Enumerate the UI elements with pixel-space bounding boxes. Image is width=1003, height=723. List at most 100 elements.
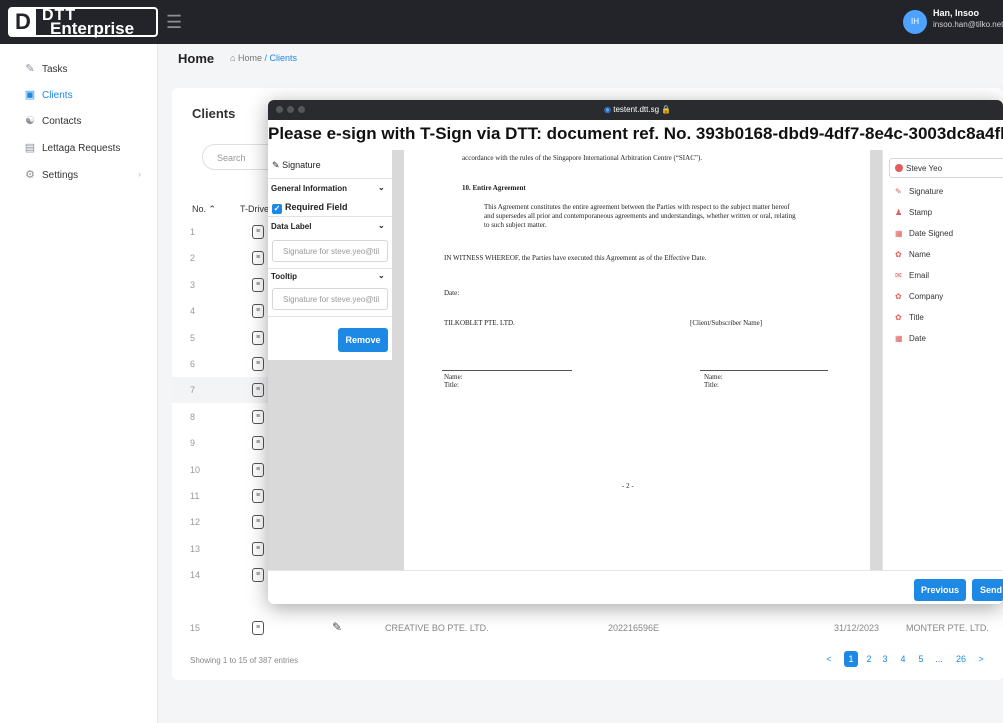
sidebar-item-tasks[interactable]: ✎ Tasks — [0, 58, 158, 82]
row-number: 6 — [190, 359, 196, 369]
requests-icon: ▤ — [24, 142, 36, 154]
document-icon[interactable]: ≡ — [252, 515, 264, 530]
hamburger-menu-icon[interactable]: ☰ — [166, 12, 182, 33]
tooltip-input[interactable]: Signature for steve.yeo@til — [272, 288, 388, 310]
table-row[interactable]: 15 ≡ ✎ CREATIVE BO PTE. LTD. 202216596E … — [172, 615, 1003, 641]
edit-icon[interactable]: ✎ — [332, 621, 342, 633]
column-header-no[interactable]: No. ⌃ — [192, 204, 216, 215]
owner: MONTER PTE. LTD. — [906, 623, 989, 633]
doc-text: Name: — [704, 373, 723, 381]
user-email: insoo.han@tilko.net — [933, 20, 1003, 29]
window-minimize-dot[interactable] — [287, 106, 294, 113]
sidebar-item-clients[interactable]: ▣ Clients — [0, 84, 158, 108]
breadcrumb: Home ⌂ Home / Clients — [178, 51, 297, 66]
top-bar: D DTT Enterprise ☰ IH Han, Insoo insoo.h… — [0, 0, 1003, 44]
document-icon[interactable]: ≡ — [252, 541, 264, 556]
sidebar-item-label: Clients — [42, 90, 73, 101]
page-2-button[interactable]: 2 — [862, 651, 876, 667]
document-icon[interactable]: ≡ — [252, 277, 264, 292]
row-number: 9 — [190, 438, 196, 449]
required-field-checkbox[interactable]: ✓ Required Field — [272, 202, 348, 214]
esign-modal: ◉ testent.dtt.sg 🔒 Please e-sign with T-… — [268, 100, 1003, 604]
user-menu[interactable]: IH Han, Insoo insoo.han@tilko.net — [903, 8, 1003, 36]
row-number: 1 — [190, 227, 196, 237]
prev-page-button[interactable]: < — [822, 651, 836, 667]
page-5-button[interactable]: 5 — [914, 651, 928, 667]
uen: 202216596E — [608, 623, 660, 633]
next-page-button[interactable]: > — [974, 651, 988, 667]
sidebar-item-contacts[interactable]: ☯ Contacts — [0, 110, 158, 134]
field-stamp[interactable]: ♟ Stamp — [895, 208, 932, 217]
divider — [268, 216, 392, 217]
page-4-button[interactable]: 4 — [896, 651, 910, 667]
page-3-button[interactable]: 3 — [878, 651, 892, 667]
field-name[interactable]: ✿ Name — [895, 250, 930, 259]
page-ellipsis: ... — [935, 654, 943, 664]
send-button[interactable]: Send — [972, 579, 1003, 601]
field-email[interactable]: ✉ Email — [895, 271, 929, 280]
previous-button[interactable]: Previous — [914, 579, 966, 601]
fields-panel: Steve Yeo ✎ Signature ♟ Stamp ▦ Date Signed… — [882, 150, 1003, 604]
document-icon[interactable]: ≡ — [252, 304, 264, 319]
doc-text: and supersedes all prior and contemporan… — [484, 212, 796, 220]
document-icon[interactable]: ≡ — [252, 462, 264, 477]
app-logo[interactable]: D DTT Enterprise — [8, 7, 158, 38]
remove-button[interactable]: Remove — [338, 328, 388, 352]
contacts-icon: ☯ — [25, 115, 35, 127]
window-maximize-dot[interactable] — [298, 106, 305, 113]
document-icon[interactable]: ≡ — [252, 621, 264, 635]
page-26-button[interactable]: 26 — [952, 651, 970, 667]
sidebar: ✎ Tasks ▣ Clients ☯ Contacts ▤ Lettaga R… — [0, 44, 158, 723]
card-title: Clients — [192, 106, 236, 121]
doc-text: Date: — [444, 289, 460, 297]
logo-enterprise-text: Enterprise — [50, 19, 135, 38]
text-icon: ✿ — [895, 292, 902, 301]
document-icon[interactable]: ≡ — [252, 436, 264, 451]
field-company[interactable]: ✿ Company — [895, 292, 943, 301]
modal-heading: Please e-sign with T-Sign via DTT: docum… — [268, 120, 1003, 150]
sidebar-item-settings[interactable]: ⚙ Settings › — [0, 164, 158, 188]
avatar: IH — [903, 10, 927, 34]
company-name: CREATIVE BO PTE. LTD. — [385, 623, 489, 633]
modal-footer: Previous Send — [268, 570, 1003, 604]
document-icon[interactable]: ≡ — [252, 251, 264, 266]
data-label-input[interactable]: Signature for steve.yeo@til — [272, 240, 388, 262]
row-number: 4 — [190, 306, 196, 317]
document-icon[interactable]: ≡ — [252, 330, 264, 345]
sidebar-item-lettaga-requests[interactable]: ▤ Lettaga Requests — [0, 137, 158, 161]
gear-icon: ⚙ — [25, 169, 35, 181]
field-properties-panel: ✎ Signature General Information ⌄ ✓ Requi… — [268, 150, 392, 604]
document-icon[interactable]: ≡ — [252, 489, 264, 503]
chevron-down-icon: ⌄ — [378, 183, 385, 192]
field-signature[interactable]: ✎ Signature — [895, 187, 943, 196]
document-icon[interactable]: ≡ — [252, 409, 264, 424]
document-page: accordance with the rules of the Singapo… — [404, 150, 870, 570]
signature-line[interactable] — [442, 370, 572, 371]
clients-icon: ▣ — [24, 89, 36, 101]
selected-field: ✎ Signature — [272, 160, 321, 170]
document-viewer[interactable]: accordance with the rules of the Singapo… — [392, 150, 882, 604]
stamp-icon: ♟ — [895, 208, 903, 217]
page-1-button[interactable]: 1 — [844, 651, 858, 667]
field-date[interactable]: ▦ Date — [895, 334, 926, 343]
divider — [268, 316, 392, 317]
chevron-down-icon: ⌄ — [378, 271, 385, 280]
date: 31/12/2023 — [834, 623, 880, 633]
page-title: Home — [178, 51, 215, 66]
signer-color-dot — [895, 164, 903, 172]
signature-line[interactable] — [700, 370, 828, 371]
calendar-icon: ▦ — [895, 334, 903, 343]
document-icon[interactable]: ≡ — [252, 225, 264, 239]
url-text: testent.dtt.sg — [613, 105, 660, 114]
document-icon[interactable]: ≡ — [252, 357, 264, 371]
window-close-dot[interactable] — [276, 106, 283, 113]
row-number: 13 — [190, 543, 201, 554]
breadcrumb-home-link[interactable]: Home — [238, 53, 262, 63]
signer-select[interactable]: Steve Yeo — [889, 158, 1003, 178]
document-icon[interactable]: ≡ — [252, 568, 264, 583]
field-date-signed[interactable]: ▦ Date Signed — [895, 229, 953, 238]
document-icon[interactable]: ≡ — [252, 383, 264, 398]
doc-text: to such subject matter. — [484, 221, 547, 229]
field-title[interactable]: ✿ Title — [895, 313, 924, 322]
column-header-t-drive[interactable]: T-Drive — [240, 204, 269, 214]
